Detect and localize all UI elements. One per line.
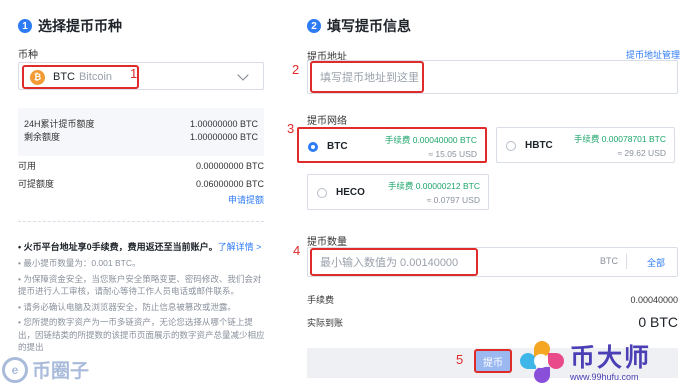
selected-coin[interactable]: ₿ BTC Bitcoin	[22, 65, 139, 89]
network-label: 提币网络	[307, 116, 347, 127]
withdraw-submit-button[interactable]: 提币	[474, 349, 512, 373]
annotation-3: 3	[287, 121, 295, 136]
note-item: • 为保障资金安全，当您账户安全策略变更、密码修改、我们会对提币进行人工审核，请…	[18, 273, 262, 297]
network-fee-usd: ≈ 15.05 USD	[428, 149, 477, 159]
learn-more-link[interactable]: 了解详情 >	[218, 242, 262, 252]
limit-value: 1.00000000 BTC	[189, 119, 258, 129]
network-fee: 手续费 0.00000212 BTC	[387, 181, 480, 191]
received-row: 实际到账 0 BTC	[307, 314, 678, 330]
note-item: • 最小提币数量为：0.001 BTC。	[18, 258, 141, 268]
fee-row: 手续费 0.00040000	[307, 293, 678, 306]
limit-row: 24H累计提币额度 1.00000000 BTC	[24, 118, 258, 131]
watermark-left-text: 币圈子	[32, 361, 90, 382]
divider	[18, 221, 264, 222]
network-option-btc[interactable]: BTC 手续费 0.00040000 BTC ≈ 15.05 USD	[297, 127, 487, 163]
balance-row: 可提额度 0.06000000 BTC	[18, 178, 264, 191]
watermark-logo-icon: e	[2, 356, 28, 383]
network-name: BTC	[327, 141, 348, 152]
watermark-right-url: www.99hufu.com	[570, 372, 639, 382]
notes-section: • 火币平台地址享0手续费，费用返还至当前账户。了解详情 > • 最小提币数量为…	[18, 240, 268, 357]
flower-logo-icon	[520, 341, 564, 385]
limits-panel: 24H累计提币额度 1.00000000 BTC 剩余额度 1.00000000…	[18, 108, 264, 156]
note-item: • 请务必确认电脑及浏览器安全，防止信息被篡改或泄露。	[18, 301, 236, 312]
limit-label: 剩余额度	[24, 132, 61, 142]
step-2-number: 2	[307, 19, 321, 33]
bitcoin-icon: ₿	[30, 69, 45, 85]
watermark-right: 币大师 www.99hufu.com	[520, 341, 651, 385]
watermark-right-title: 币大师	[570, 344, 652, 372]
network-option-heco[interactable]: HECO 手续费 0.00000212 BTC ≈ 0.0797 USD	[307, 174, 489, 210]
chevron-down-icon[interactable]	[237, 69, 249, 81]
note-item: • 您所提的数字资产为一币多链资产，无论您选择从哪个链上提出，因链结类的所提数的…	[18, 317, 265, 352]
received-label: 实际到账	[307, 317, 344, 328]
coin-code: BTC	[53, 71, 75, 83]
radio-selected-icon[interactable]	[308, 142, 318, 152]
annotation-4: 4	[293, 243, 301, 258]
balance-row: 可用 0.00000000 BTC	[18, 160, 264, 173]
step-1-title-text: 选择提币币种	[38, 18, 122, 34]
step-1-number: 1	[18, 19, 32, 33]
fee-label: 手续费	[307, 295, 335, 305]
watermark-right-text: 币大师 www.99hufu.com	[570, 344, 651, 382]
apply-increase-link[interactable]: 申请提额	[228, 193, 264, 206]
network-fee-usd: ≈ 29.62 USD	[617, 148, 666, 158]
amount-unit: BTC	[600, 256, 618, 266]
network-option-hbtc[interactable]: HBTC 手续费 0.00078701 BTC ≈ 29.62 USD	[496, 127, 675, 163]
fee-value: 0.00040000	[630, 294, 678, 305]
amount-all-button[interactable]: 全部	[647, 256, 665, 269]
amount-input-placeholder[interactable]: 最小输入数值为 0.00140000	[310, 248, 478, 276]
note-first: • 火币平台地址享0手续费，费用返还至当前账户。了解详情 >	[18, 240, 268, 253]
step-2-title: 2 填写提币信息	[307, 16, 411, 36]
network-fee-usd: ≈ 0.0797 USD	[426, 195, 480, 205]
currency-label: 币种	[18, 50, 38, 61]
network-name: HECO	[336, 187, 365, 198]
limit-value: 1.00000000 BTC	[189, 132, 258, 142]
note-first-text: • 火币平台地址享0手续费，费用返还至当前账户。	[18, 242, 218, 252]
balance-panel: 可用 0.00000000 BTC 可提额度 0.06000000 BTC	[18, 160, 264, 191]
annotation-2: 2	[292, 62, 300, 77]
amount-input[interactable]: 最小输入数值为 0.00140000	[307, 247, 678, 277]
balance-label: 可提额度	[18, 179, 55, 189]
amount-label: 提币数量	[307, 237, 347, 248]
received-value: 0 BTC	[638, 314, 678, 330]
balance-label: 可用	[18, 161, 37, 171]
currency-select[interactable]: ₿ BTC Bitcoin	[18, 62, 264, 90]
amount-separator	[626, 254, 627, 269]
annotation-1: 1	[130, 66, 138, 81]
limit-label: 24H累计提币额度	[24, 119, 95, 129]
radio-icon[interactable]	[506, 141, 516, 151]
limit-row: 剩余额度 1.00000000 BTC	[24, 131, 258, 144]
balance-value: 0.06000000 BTC	[195, 179, 264, 189]
address-input[interactable]: 填写提币地址到这里	[307, 60, 678, 94]
watermark-left: e 币圈子	[2, 356, 89, 383]
network-name: HBTC	[525, 140, 553, 151]
radio-icon[interactable]	[317, 188, 327, 198]
balance-value: 0.00000000 BTC	[195, 161, 264, 171]
address-input-placeholder[interactable]: 填写提币地址到这里	[310, 61, 424, 93]
step-1-title: 1 选择提币币种	[18, 16, 122, 36]
coin-name: Bitcoin	[79, 71, 113, 83]
step-2-title-text: 填写提币信息	[327, 18, 411, 34]
annotation-5: 5	[456, 352, 464, 367]
network-fee: 手续费 0.00078701 BTC	[573, 134, 666, 144]
network-fee: 手续费 0.00040000 BTC	[384, 135, 477, 145]
